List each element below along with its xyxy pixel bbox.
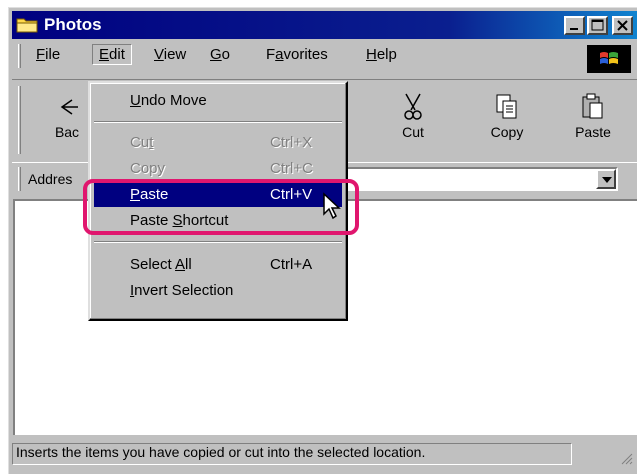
menu-view[interactable]: View [154,46,186,63]
minimize-button[interactable] [564,16,585,35]
toolbar-grip[interactable] [18,86,21,154]
address-dropdown-button[interactable] [596,169,616,189]
menu-go[interactable]: Go [210,46,230,63]
menu-separator [94,241,342,243]
title-bar[interactable]: Photos [12,11,637,39]
menu-file[interactable]: File [36,46,60,63]
back-arrow-icon [60,99,78,115]
close-icon [617,20,628,31]
copy-button[interactable]: Copy [472,88,542,150]
pointer-cursor-icon [323,192,341,220]
throbber [587,45,631,73]
address-label: Addres [28,171,73,187]
menu-item-cut[interactable]: Cut Ctrl+X [94,131,342,155]
maximize-icon [591,19,604,31]
windows-flag-icon [600,52,618,64]
paste-button[interactable]: Paste [558,88,628,150]
paste-highlight-ring [83,179,359,235]
window-title: Photos [44,15,102,34]
resize-grip-icon[interactable] [619,451,633,465]
menu-item-select-all[interactable]: Select All Ctrl+A [94,253,342,277]
addressbar-grip[interactable] [18,167,21,191]
menu-item-invert-selection[interactable]: Invert Selection [94,279,342,303]
menu-item-copy[interactable]: Copy Ctrl+C [94,157,342,181]
status-text: Inserts the items you have copied or cut… [12,443,572,465]
menu-favorites[interactable]: Favorites [266,46,328,63]
cut-label: Cut [402,124,424,140]
copy-icon [496,94,517,119]
status-bar: Inserts the items you have copied or cut… [12,439,637,467]
paste-label: Paste [575,124,611,140]
paste-icon [582,93,603,119]
scissors-icon [404,93,422,120]
menu-separator [94,121,342,123]
menu-edit[interactable]: Edit [92,44,132,65]
cut-button[interactable]: Cut [378,88,448,150]
maximize-button[interactable] [587,16,608,35]
menu-item-undo-move[interactable]: Undo Move [94,89,342,113]
address-input[interactable] [342,167,618,191]
menubar-grip[interactable] [18,44,21,68]
copy-label: Copy [490,124,524,140]
minimize-icon [570,28,578,30]
menu-bar: File Edit View Go Favorites Help [12,42,637,73]
close-button[interactable] [612,16,633,35]
menu-help[interactable]: Help [366,46,397,63]
folder-icon [16,18,38,33]
